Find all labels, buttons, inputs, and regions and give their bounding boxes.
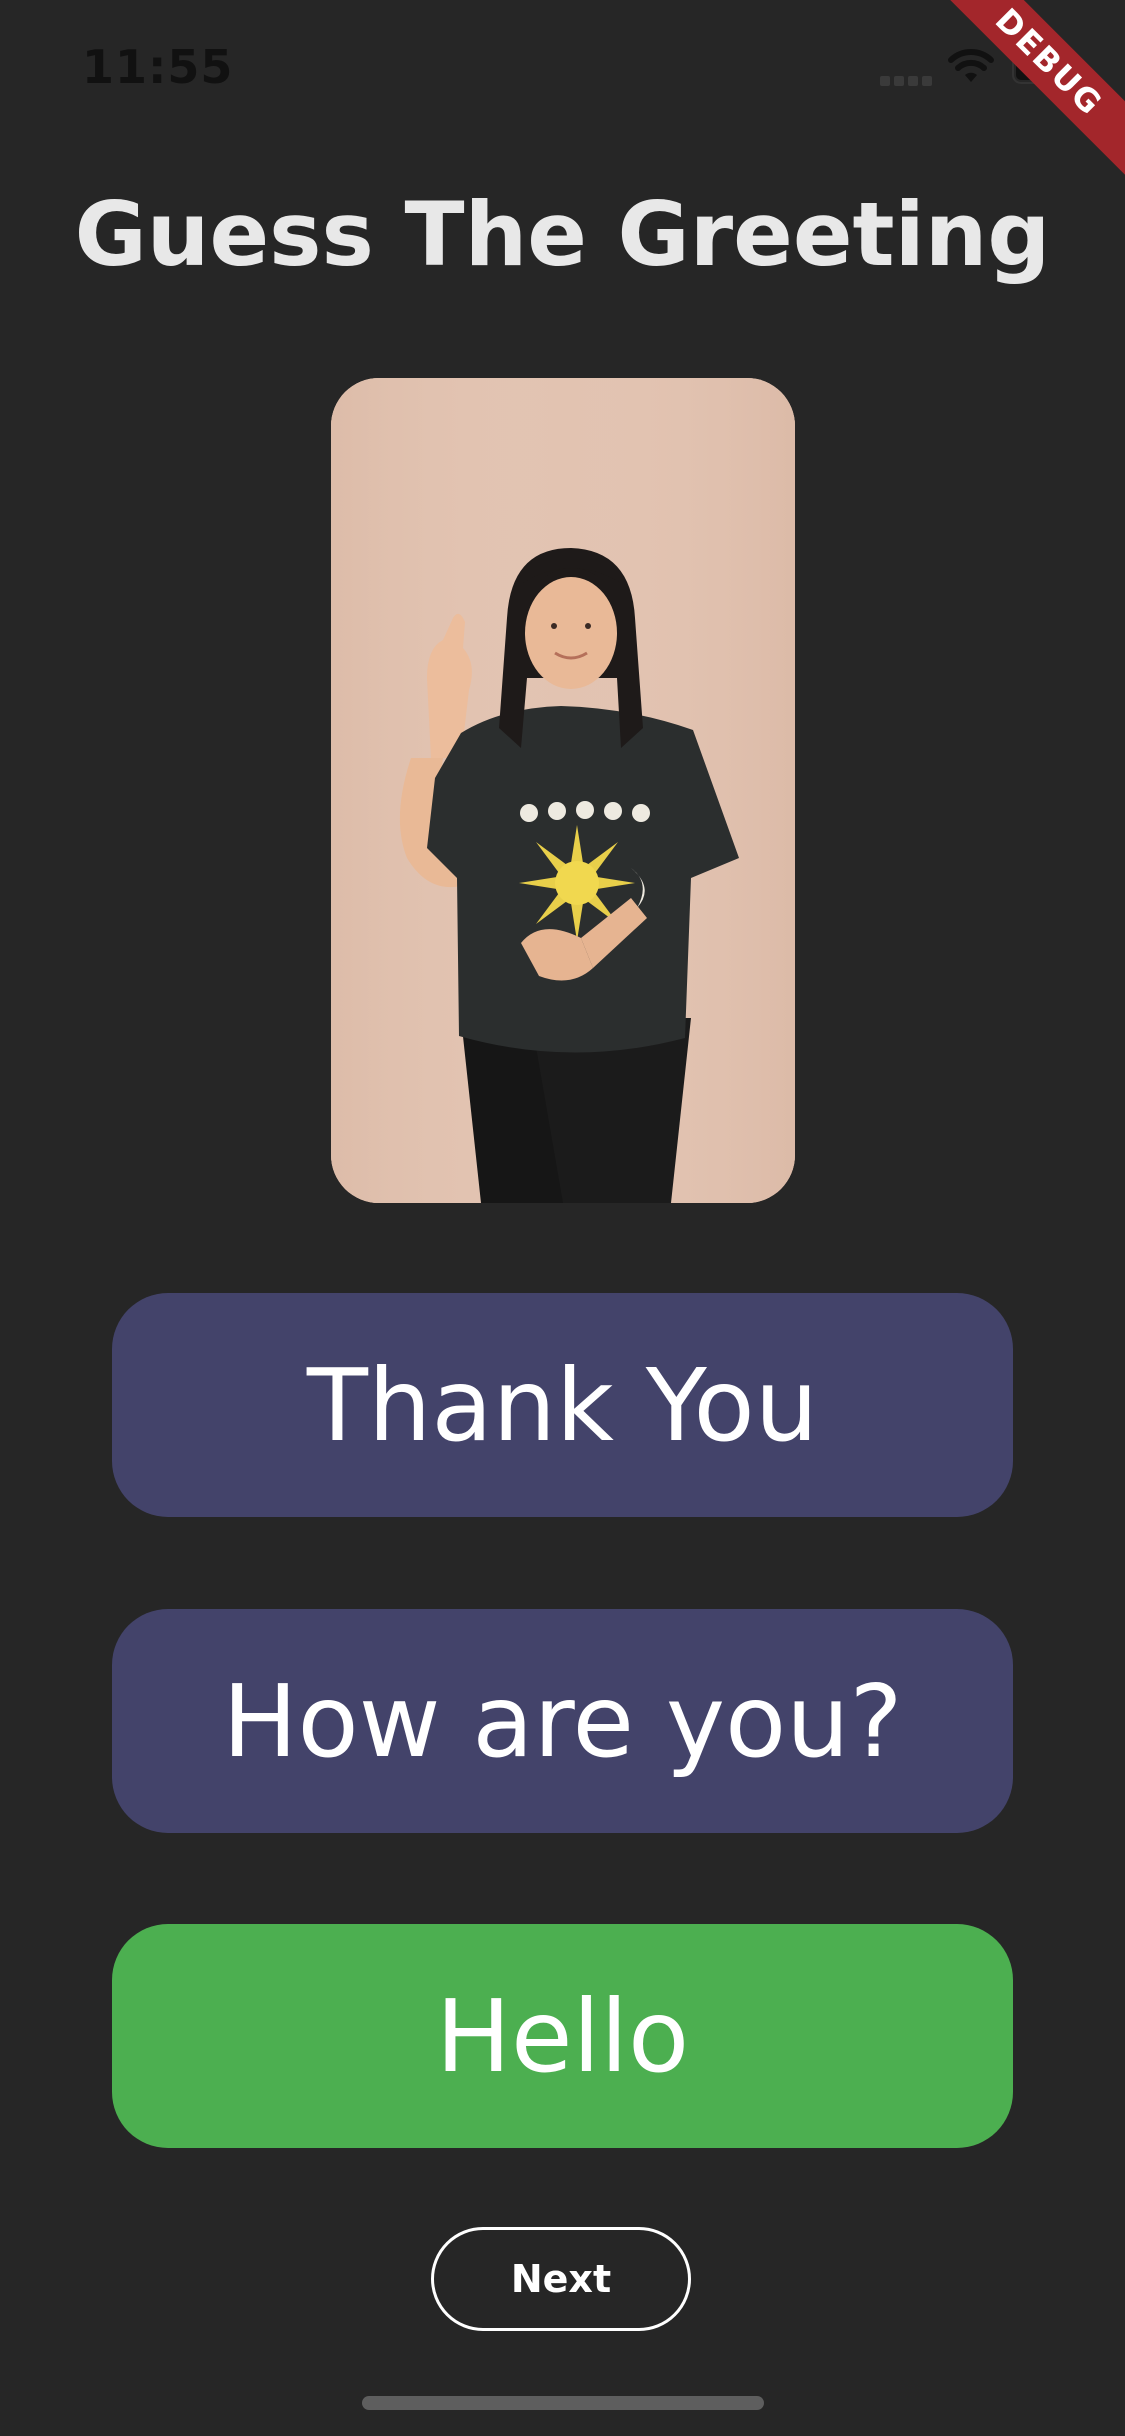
status-time: 11:55 (82, 40, 234, 94)
option-button-hello[interactable]: Hello (112, 1924, 1013, 2148)
app-screen: 11:55 DEBUG Guess The Greeting Thank You… (0, 0, 1125, 2436)
home-indicator (362, 2396, 764, 2410)
person-signing-photo (331, 378, 795, 1203)
status-bar: 11:55 (0, 0, 1125, 140)
cellular-signal-icon (880, 76, 934, 86)
next-button[interactable]: Next (431, 2227, 691, 2331)
option-button-how-are-you[interactable]: How are you? (112, 1609, 1013, 1833)
option-button-thank-you[interactable]: Thank You (112, 1293, 1013, 1517)
wifi-icon (948, 49, 994, 82)
page-title: Guess The Greeting (74, 183, 1051, 286)
